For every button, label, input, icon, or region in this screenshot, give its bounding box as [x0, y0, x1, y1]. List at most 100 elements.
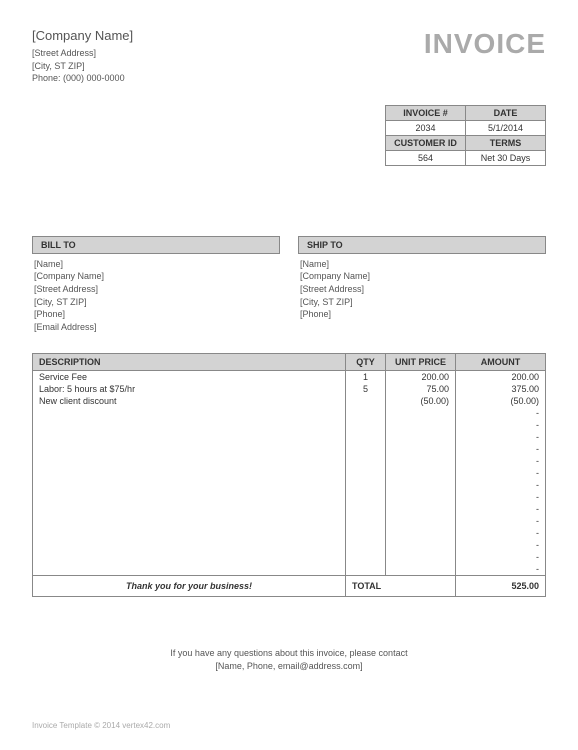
company-phone: Phone: (000) 000-0000	[32, 72, 133, 85]
item-qty	[346, 515, 386, 527]
table-row: -	[33, 419, 546, 431]
item-amount: -	[456, 431, 546, 443]
item-desc	[33, 491, 346, 503]
bill-to-header: BILL TO	[32, 236, 280, 254]
table-row: -	[33, 527, 546, 539]
ship-to-header: SHIP TO	[298, 236, 546, 254]
item-qty	[346, 407, 386, 419]
item-amount: -	[456, 527, 546, 539]
customer-id: 564	[386, 150, 466, 165]
bill-to-phone: [Phone]	[32, 308, 280, 321]
item-unit	[386, 551, 456, 563]
item-unit	[386, 467, 456, 479]
item-unit	[386, 515, 456, 527]
item-amount: -	[456, 551, 546, 563]
terms-label: TERMS	[466, 135, 546, 150]
item-qty	[346, 467, 386, 479]
bill-to-block: BILL TO [Name] [Company Name] [Street Ad…	[32, 236, 280, 334]
company-street: [Street Address]	[32, 47, 133, 60]
amount-header: AMOUNT	[456, 354, 546, 371]
item-amount: -	[456, 407, 546, 419]
ship-to-city: [City, ST ZIP]	[298, 296, 546, 309]
bill-to-street: [Street Address]	[32, 283, 280, 296]
desc-header: DESCRIPTION	[33, 354, 346, 371]
table-row: -	[33, 467, 546, 479]
item-qty: 5	[346, 383, 386, 395]
bill-to-email: [Email Address]	[32, 321, 280, 334]
item-qty	[346, 539, 386, 551]
item-amount: -	[456, 503, 546, 515]
item-unit	[386, 503, 456, 515]
items-table: DESCRIPTION QTY UNIT PRICE AMOUNT Servic…	[32, 353, 546, 597]
item-unit	[386, 563, 456, 576]
ship-to-company: [Company Name]	[298, 270, 546, 283]
item-qty	[346, 431, 386, 443]
item-qty	[346, 455, 386, 467]
item-unit	[386, 491, 456, 503]
item-desc: Service Fee	[33, 371, 346, 384]
item-amount: -	[456, 419, 546, 431]
invoice-date: 5/1/2014	[466, 120, 546, 135]
ship-to-name: [Name]	[298, 258, 546, 271]
bill-to-company: [Company Name]	[32, 270, 280, 283]
item-desc	[33, 467, 346, 479]
table-row: Service Fee1200.00200.00	[33, 371, 546, 384]
item-amount: (50.00)	[456, 395, 546, 407]
item-unit	[386, 443, 456, 455]
table-row: -	[33, 407, 546, 419]
item-qty	[346, 503, 386, 515]
table-row: -	[33, 551, 546, 563]
item-desc	[33, 407, 346, 419]
item-unit	[386, 479, 456, 491]
unit-header: UNIT PRICE	[386, 354, 456, 371]
item-amount: -	[456, 539, 546, 551]
item-amount: -	[456, 479, 546, 491]
item-amount: -	[456, 467, 546, 479]
item-unit: 200.00	[386, 371, 456, 384]
table-row: -	[33, 515, 546, 527]
invoice-no: 2034	[386, 120, 466, 135]
item-qty	[346, 479, 386, 491]
ship-to-street: [Street Address]	[298, 283, 546, 296]
table-row: -	[33, 479, 546, 491]
item-desc: Labor: 5 hours at $75/hr	[33, 383, 346, 395]
item-desc	[33, 479, 346, 491]
item-desc	[33, 551, 346, 563]
item-qty	[346, 551, 386, 563]
date-label: DATE	[466, 105, 546, 120]
terms: Net 30 Days	[466, 150, 546, 165]
footer-contact-2: [Name, Phone, email@address.com]	[32, 660, 546, 673]
invoice-meta-table: INVOICE # DATE 2034 5/1/2014 CUSTOMER ID…	[385, 105, 546, 166]
item-qty	[346, 395, 386, 407]
table-row: -	[33, 455, 546, 467]
item-qty: 1	[346, 371, 386, 384]
item-unit: (50.00)	[386, 395, 456, 407]
item-unit	[386, 407, 456, 419]
table-row: -	[33, 563, 546, 576]
addresses: BILL TO [Name] [Company Name] [Street Ad…	[32, 236, 546, 334]
table-row: -	[33, 431, 546, 443]
item-qty	[346, 527, 386, 539]
table-row: New client discount(50.00)(50.00)	[33, 395, 546, 407]
table-row: -	[33, 539, 546, 551]
item-qty	[346, 443, 386, 455]
company-block: [Company Name] [Street Address] [City, S…	[32, 28, 133, 85]
item-unit: 75.00	[386, 383, 456, 395]
item-desc	[33, 455, 346, 467]
thank-you: Thank you for your business!	[33, 576, 346, 597]
item-unit	[386, 539, 456, 551]
item-qty	[346, 563, 386, 576]
item-amount: -	[456, 515, 546, 527]
item-desc	[33, 443, 346, 455]
total-label: TOTAL	[346, 576, 456, 597]
item-amount: 375.00	[456, 383, 546, 395]
item-amount: -	[456, 443, 546, 455]
table-row: -	[33, 491, 546, 503]
table-row: -	[33, 503, 546, 515]
item-qty	[346, 491, 386, 503]
item-desc	[33, 431, 346, 443]
ship-to-phone: [Phone]	[298, 308, 546, 321]
item-desc	[33, 539, 346, 551]
item-amount: 200.00	[456, 371, 546, 384]
item-unit	[386, 455, 456, 467]
